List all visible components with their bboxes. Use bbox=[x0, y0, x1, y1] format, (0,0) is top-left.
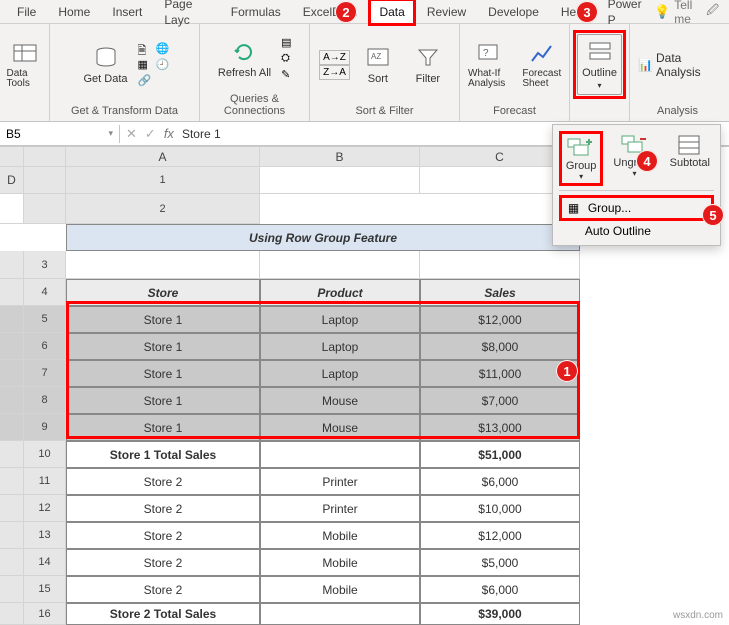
subtotal-button[interactable]: Subtotal bbox=[666, 131, 714, 186]
chevron-down-icon: ▾ bbox=[579, 172, 583, 181]
tab-developer[interactable]: Develope bbox=[477, 0, 550, 26]
group-button[interactable]: Group ▾ bbox=[559, 131, 604, 186]
annotation-4: 4 bbox=[636, 150, 658, 172]
get-transform-mini-buttons: 🗎🌐 ▦🕘 🔗 bbox=[138, 42, 170, 88]
data-analysis-button[interactable]: 📊 Data Analysis bbox=[634, 47, 721, 83]
annotation-5: 5 bbox=[702, 204, 724, 226]
queries-mini: ▤ ⛭ ✎ bbox=[281, 36, 295, 82]
watermark: wsxdn.com bbox=[673, 610, 723, 621]
data-tools-icon bbox=[12, 41, 38, 67]
file-icon: 🗎 bbox=[138, 42, 152, 56]
group-icon bbox=[566, 136, 596, 160]
chevron-down-icon: ▾ bbox=[598, 81, 602, 90]
web-icon: 🌐 bbox=[156, 42, 170, 56]
auto-outline-menu-item[interactable]: Auto Outline bbox=[559, 221, 714, 241]
tab-home[interactable]: Home bbox=[47, 0, 101, 26]
outline-button[interactable]: Outline ▾ bbox=[577, 34, 622, 95]
existing-conn-button[interactable]: 🔗 bbox=[138, 74, 170, 88]
table-icon: ▦ bbox=[138, 58, 152, 72]
fx-icon[interactable]: fx bbox=[164, 126, 174, 141]
svg-text:AZ: AZ bbox=[371, 52, 381, 61]
tab-review[interactable]: Review bbox=[416, 0, 477, 26]
tab-file[interactable]: File bbox=[6, 0, 47, 26]
formula-input[interactable]: Store 1 bbox=[182, 127, 221, 141]
sort-button[interactable]: AZ Sort bbox=[356, 41, 400, 89]
outline-dropdown: Group ▾ Ungroup ▾ Subtotal ▦ Group... Au… bbox=[552, 124, 721, 246]
share-icon: 🖉 bbox=[706, 1, 719, 22]
sort-desc-button[interactable]: Z→A bbox=[319, 65, 350, 80]
recent-icon: 🕘 bbox=[156, 58, 170, 72]
sort-icon: AZ bbox=[365, 45, 391, 71]
chevron-down-icon: ▾ bbox=[108, 128, 113, 139]
ribbon-tabs: File Home Insert Page Layc Formulas Exce… bbox=[0, 0, 729, 24]
data-tools-button[interactable]: Data Tools bbox=[3, 37, 47, 93]
chevron-down-icon: ▾ bbox=[633, 169, 637, 178]
name-box[interactable]: B5 ▾ bbox=[0, 125, 120, 143]
database-icon bbox=[93, 45, 119, 71]
tab-insert[interactable]: Insert bbox=[101, 0, 153, 26]
sort-az-buttons: A→Z Z→A bbox=[319, 50, 350, 80]
refresh-icon bbox=[231, 39, 257, 65]
properties-icon: ⛭ bbox=[281, 52, 295, 66]
queries-icon: ▤ bbox=[281, 36, 295, 50]
outline-icon bbox=[587, 39, 613, 65]
filter-button[interactable]: Filter bbox=[406, 41, 450, 89]
refresh-all-button[interactable]: Refresh All bbox=[214, 35, 275, 83]
tell-me-search[interactable]: 💡 Tell me 🖉 bbox=[654, 0, 729, 26]
annotation-1: 1 bbox=[556, 360, 578, 382]
from-text-button[interactable]: 🗎🌐 bbox=[138, 42, 170, 56]
cancel-icon[interactable]: ✕ bbox=[126, 126, 137, 142]
sort-asc-button[interactable]: A→Z bbox=[319, 50, 350, 65]
svg-text:?: ? bbox=[483, 48, 489, 59]
link-icon: 🔗 bbox=[138, 74, 152, 88]
subtotal-icon bbox=[675, 133, 705, 157]
forecast-sheet-button[interactable]: Forecast Sheet bbox=[519, 37, 565, 93]
title-cell: Using Row Group Feature bbox=[66, 224, 580, 251]
from-table-button[interactable]: ▦🕘 bbox=[138, 58, 170, 72]
ribbon-body: Data Tools Get Data 🗎🌐 ▦🕘 🔗 Get & Transf… bbox=[0, 24, 729, 122]
annotation-2: 2 bbox=[335, 1, 357, 23]
analysis-icon: 📊 bbox=[638, 58, 652, 72]
get-data-button[interactable]: Get Data bbox=[79, 41, 131, 89]
enter-icon[interactable]: ✓ bbox=[145, 126, 156, 142]
group-small-icon: ▦ bbox=[568, 201, 582, 215]
group-menu-item[interactable]: ▦ Group... bbox=[559, 195, 714, 221]
filter-icon bbox=[415, 45, 441, 71]
what-if-button[interactable]: ? What-If Analysis bbox=[464, 37, 513, 93]
forecast-icon bbox=[529, 41, 555, 67]
whatif-icon: ? bbox=[475, 41, 501, 67]
tab-data[interactable]: Data bbox=[368, 0, 415, 26]
annotation-3: 3 bbox=[576, 1, 598, 23]
edit-links-icon: ✎ bbox=[281, 68, 295, 82]
search-icon: 💡 bbox=[654, 4, 670, 20]
tab-formulas[interactable]: Formulas bbox=[220, 0, 292, 26]
